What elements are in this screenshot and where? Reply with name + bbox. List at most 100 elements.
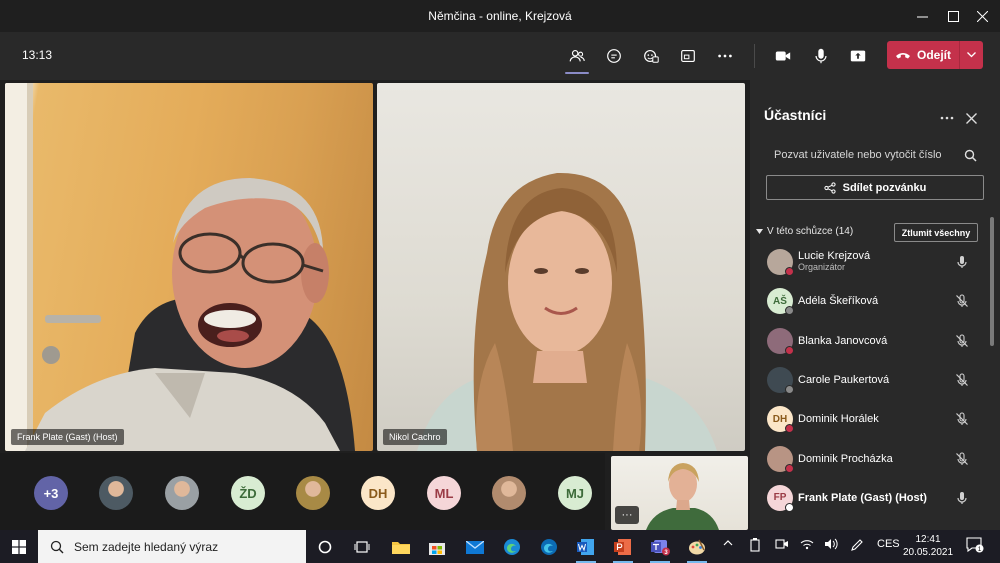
meet-now-icon[interactable] bbox=[775, 538, 789, 553]
mic-off-icon[interactable] bbox=[954, 293, 970, 309]
word-icon[interactable] bbox=[574, 535, 598, 563]
panel-more-icon[interactable] bbox=[937, 108, 957, 128]
avatar-initials: FP bbox=[773, 492, 787, 504]
chat-icon[interactable] bbox=[599, 42, 629, 70]
wifi-icon[interactable] bbox=[800, 538, 814, 553]
share-screen-icon[interactable] bbox=[843, 42, 873, 70]
gallery-avatar[interactable] bbox=[165, 476, 199, 510]
gallery-avatar[interactable] bbox=[296, 476, 330, 510]
pen-icon[interactable] bbox=[850, 538, 864, 555]
gallery-avatar[interactable] bbox=[99, 476, 133, 510]
avatar-initials: AŠ bbox=[773, 295, 787, 307]
phone-icon bbox=[895, 53, 910, 59]
mic-off-icon[interactable] bbox=[954, 333, 970, 349]
notification-icon[interactable]: 1 bbox=[966, 537, 984, 556]
gallery-avatar[interactable]: MJ bbox=[558, 476, 592, 510]
teams-icon[interactable]: 3 bbox=[648, 535, 672, 563]
participant-row[interactable]: Carole Paukertová bbox=[750, 361, 990, 399]
battery-icon[interactable] bbox=[749, 538, 761, 555]
presence-status-icon bbox=[785, 424, 794, 434]
powerpoint-icon[interactable] bbox=[611, 535, 635, 563]
edge-beta-icon[interactable] bbox=[537, 535, 561, 559]
teams-window: Němčina - online, Krejzová 13:13 Odejít … bbox=[0, 0, 1000, 563]
chevron-down-icon[interactable] bbox=[960, 41, 983, 69]
paint-icon[interactable] bbox=[685, 535, 709, 563]
mic-off-icon[interactable] bbox=[954, 372, 970, 388]
search-icon[interactable] bbox=[964, 149, 977, 162]
mic-icon[interactable] bbox=[954, 254, 970, 270]
leave-button[interactable]: Odejít bbox=[887, 41, 983, 69]
avatar-initials: ŽD bbox=[239, 485, 257, 501]
camera-icon[interactable] bbox=[768, 42, 798, 70]
taskbar-search[interactable] bbox=[38, 530, 306, 563]
participant-row[interactable]: Blanka Janovcová bbox=[750, 322, 990, 360]
call-toolbar: 13:13 Odejít bbox=[0, 32, 1000, 80]
participant-gallery: +3 ŽD DH ML MJ bbox=[0, 453, 605, 530]
tray-chevron-up-icon[interactable] bbox=[723, 538, 733, 550]
clock-time: 12:41 bbox=[915, 534, 941, 545]
language-indicator[interactable]: CES bbox=[877, 538, 900, 550]
window-title: Němčina - online, Krejzová bbox=[428, 9, 572, 23]
participants-panel: Účastníci Sdílet pozvánku V této schůzce… bbox=[750, 80, 1000, 530]
mic-icon[interactable] bbox=[806, 42, 836, 70]
notification-count: 1 bbox=[978, 546, 982, 553]
mail-icon[interactable] bbox=[463, 535, 487, 559]
leave-main[interactable]: Odejít bbox=[887, 41, 959, 69]
self-video-tile[interactable]: ··· bbox=[611, 456, 748, 530]
mic-off-icon[interactable] bbox=[954, 451, 970, 467]
store-icon[interactable] bbox=[425, 535, 449, 559]
cortana-icon[interactable] bbox=[313, 535, 337, 559]
presence-status-icon bbox=[785, 502, 794, 512]
participant-row[interactable]: AŠ Adéla Škeříková bbox=[750, 282, 990, 320]
panel-title: Účastníci bbox=[764, 107, 827, 123]
gallery-avatar[interactable]: DH bbox=[361, 476, 395, 510]
participant-name: Frank Plate (Gast) (Host) bbox=[798, 491, 927, 504]
edge-icon[interactable] bbox=[500, 535, 524, 559]
participants-icon[interactable] bbox=[562, 42, 592, 74]
call-timer: 13:13 bbox=[22, 48, 53, 62]
participant-row[interactable]: FP Frank Plate (Gast) (Host) bbox=[750, 479, 990, 517]
close-icon[interactable] bbox=[966, 0, 998, 32]
share-invite-button[interactable]: Sdílet pozvánku bbox=[766, 175, 984, 200]
reactions-icon[interactable] bbox=[636, 42, 666, 70]
more-icon[interactable] bbox=[710, 42, 740, 70]
panel-scrollbar[interactable] bbox=[990, 217, 994, 346]
presence-status-icon bbox=[785, 267, 794, 276]
meeting-section-header[interactable]: V této schůzce (14) bbox=[756, 226, 853, 237]
participant-row[interactable]: DH Dominik Horálek bbox=[750, 400, 990, 438]
self-more-icon[interactable]: ··· bbox=[615, 506, 639, 524]
share-icon bbox=[824, 181, 836, 194]
participant-name: Adéla Škeříková bbox=[798, 295, 879, 308]
taskbar-search-input[interactable] bbox=[74, 539, 304, 554]
windows-taskbar: 3 CES 12:41 20.05.2021 1 bbox=[0, 530, 1000, 563]
taskbar-clock[interactable]: 12:41 20.05.2021 bbox=[900, 533, 956, 559]
participant-row[interactable]: Dominik Procházka bbox=[750, 440, 990, 478]
panel-close-icon[interactable] bbox=[961, 108, 981, 128]
gallery-avatar[interactable]: ML bbox=[427, 476, 461, 510]
participant-role: Organizátor bbox=[798, 262, 846, 272]
invite-field[interactable] bbox=[766, 142, 986, 168]
participant-name: Lucie Krejzová bbox=[798, 250, 871, 262]
section-label: V této schůzce (14) bbox=[767, 226, 854, 237]
video-tile-frank[interactable]: Frank Plate (Gast) (Host) bbox=[5, 83, 373, 451]
presence-status-icon bbox=[785, 306, 794, 316]
mic-icon[interactable] bbox=[954, 490, 970, 506]
minimize-icon[interactable] bbox=[906, 0, 938, 32]
task-view-icon[interactable] bbox=[350, 535, 374, 559]
video-tile-nikol[interactable]: Nikol Cachro bbox=[377, 83, 745, 451]
participant-row[interactable]: Lucie Krejzová Organizátor bbox=[750, 243, 990, 281]
gallery-avatar[interactable]: ŽD bbox=[231, 476, 265, 510]
rooms-icon[interactable] bbox=[673, 42, 703, 70]
mic-off-icon[interactable] bbox=[954, 411, 970, 427]
participant-name: Dominik Procházka bbox=[798, 452, 893, 465]
file-explorer-icon[interactable] bbox=[389, 535, 413, 559]
gallery-avatar[interactable]: +3 bbox=[34, 476, 68, 510]
volume-icon[interactable] bbox=[824, 538, 838, 553]
windows-start-icon[interactable] bbox=[0, 530, 38, 563]
gallery-avatar[interactable] bbox=[492, 476, 526, 510]
invite-input[interactable] bbox=[766, 142, 966, 168]
clock-date: 20.05.2021 bbox=[902, 547, 954, 558]
avatar-initials: DH bbox=[368, 485, 388, 501]
mute-all-button[interactable]: Ztlumit všechny bbox=[894, 223, 978, 242]
maximize-icon[interactable] bbox=[937, 0, 969, 32]
